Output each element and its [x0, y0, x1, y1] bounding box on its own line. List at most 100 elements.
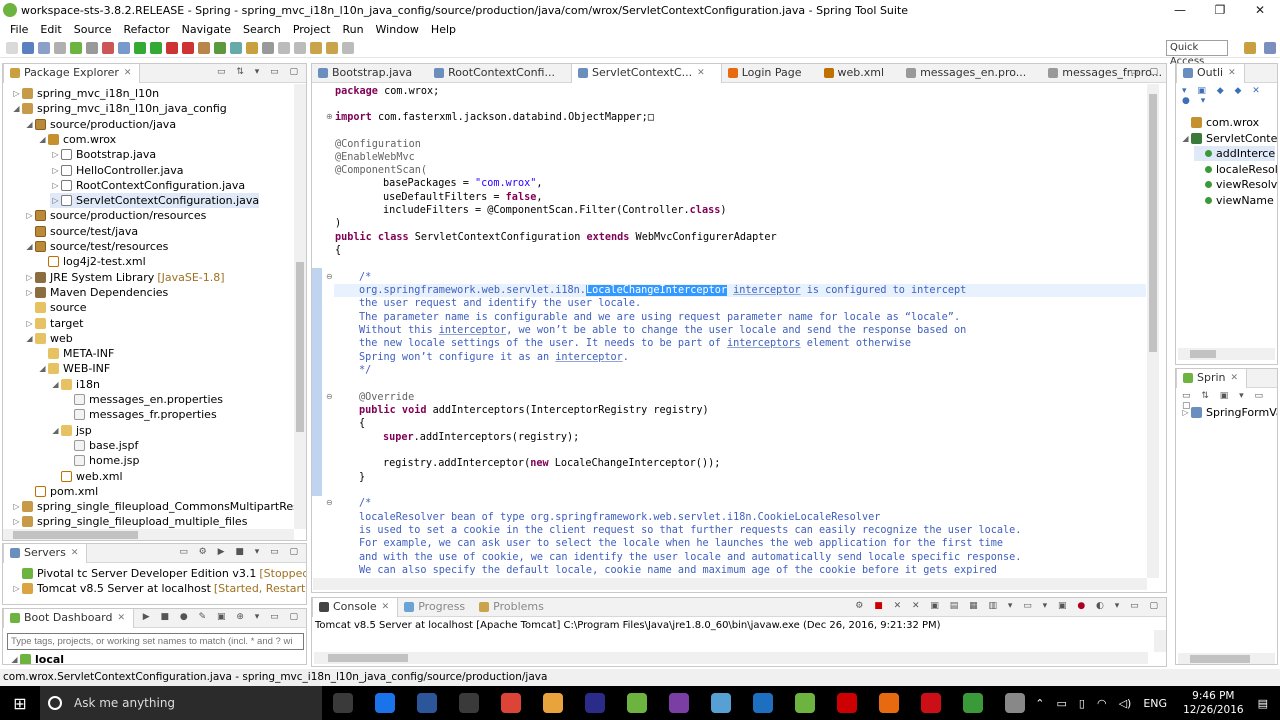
- expand-icon[interactable]: ◢: [24, 331, 35, 346]
- battery-icon[interactable]: ▯: [1079, 697, 1085, 710]
- tree-item[interactable]: META-INF: [37, 346, 114, 361]
- expand-icon[interactable]: ▷: [50, 163, 61, 178]
- tab-spring-explorer[interactable]: Sprin ✕: [1176, 369, 1248, 388]
- tree-item[interactable]: ▷ Bootstrap.java: [50, 147, 156, 162]
- expand-icon[interactable]: ▷: [11, 514, 22, 529]
- print-icon[interactable]: [54, 41, 66, 54]
- console-vertical-scrollbar[interactable]: [1154, 630, 1166, 652]
- expand-icon[interactable]: ◢: [50, 377, 61, 392]
- expand-icon[interactable]: ◢: [9, 654, 20, 664]
- windows-start-icon[interactable]: ⊞: [0, 686, 40, 720]
- expand-icon[interactable]: ◢: [37, 361, 48, 376]
- tree-item[interactable]: ▷ spring_single_fileupload_CommonsMultipa…: [11, 499, 306, 514]
- expand-icon[interactable]: ◢: [24, 239, 35, 254]
- tree-item[interactable]: ▷ spring_single_fileupload_multiple_files: [11, 514, 247, 529]
- close-icon[interactable]: ✕: [1231, 369, 1239, 387]
- tree-item[interactable]: ◢ i18n: [50, 377, 100, 392]
- volume-icon[interactable]: ◁): [1119, 697, 1132, 710]
- wifi-icon[interactable]: ◠: [1097, 697, 1107, 710]
- close-icon[interactable]: ✕: [118, 609, 126, 627]
- network-icon[interactable]: ▭: [1057, 697, 1067, 710]
- close-icon[interactable]: ✕: [382, 598, 390, 616]
- outline-item[interactable]: ◢ ServletContext: [1180, 131, 1277, 146]
- taskbar-app-icon[interactable]: [364, 686, 406, 720]
- taskbar-app-icon[interactable]: [322, 686, 364, 720]
- expand-icon[interactable]: ▷: [50, 147, 61, 162]
- menu-project[interactable]: Project: [287, 23, 337, 36]
- tree-item[interactable]: ◢ spring_mvc_i18n_l10n_java_config: [11, 101, 226, 116]
- expand-icon[interactable]: ▷: [11, 499, 22, 514]
- taskbar-app-icon[interactable]: [742, 686, 784, 720]
- tree-item[interactable]: source: [24, 300, 87, 315]
- external-tools-icon[interactable]: [166, 41, 178, 54]
- back-icon[interactable]: [310, 41, 322, 54]
- close-button[interactable]: ✕: [1240, 0, 1280, 20]
- menu-window[interactable]: Window: [370, 23, 425, 36]
- save-all-icon[interactable]: [38, 41, 50, 54]
- spring-horizontal-scrollbar[interactable]: [1178, 653, 1275, 664]
- taskbar-app-icon[interactable]: [574, 686, 616, 720]
- editor-tab[interactable]: Bootstrap.java: [312, 64, 428, 83]
- expand-icon[interactable]: ▷: [11, 86, 22, 101]
- expand-icon[interactable]: ◢: [1180, 131, 1191, 146]
- tree-item[interactable]: messages_fr.properties: [63, 407, 217, 422]
- editor-vertical-scrollbar[interactable]: [1147, 84, 1159, 578]
- tree-item[interactable]: pom.xml: [24, 484, 98, 499]
- view-menu-icons[interactable]: ▭ ⇅ ▾ ▭ ▢: [217, 67, 302, 77]
- run-as-icon[interactable]: [150, 41, 162, 54]
- boot-dashboard-actions[interactable]: ▶ ■ ● ✎ ▣ ⊕ ▾ ▭ ▢: [143, 612, 302, 622]
- server-item[interactable]: Pivotal tc Server Developer Edition v3.1…: [11, 566, 306, 581]
- server-icon[interactable]: [86, 41, 98, 54]
- run-icon[interactable]: [134, 41, 146, 54]
- scroll-thumb[interactable]: [1190, 350, 1216, 358]
- tree-vertical-scrollbar[interactable]: [294, 84, 306, 529]
- menu-search[interactable]: Search: [237, 23, 287, 36]
- menu-edit[interactable]: Edit: [34, 23, 67, 36]
- expand-icon[interactable]: ◢: [37, 132, 48, 147]
- outline-item[interactable]: com.wrox: [1180, 115, 1259, 130]
- scroll-thumb[interactable]: [1190, 655, 1250, 663]
- debug-icon[interactable]: [118, 41, 130, 54]
- fold-toggle-icon[interactable]: ⊖: [326, 392, 333, 401]
- expand-icon[interactable]: ◢: [11, 101, 22, 116]
- scroll-thumb[interactable]: [328, 654, 408, 662]
- servers-actions[interactable]: ▭ ⚙ ▶ ■ ▾ ▭ ▢: [179, 547, 302, 557]
- editor-minmax-icons[interactable]: ▭ ▢: [1130, 67, 1162, 77]
- menu-run[interactable]: Run: [336, 23, 369, 36]
- tree-item[interactable]: ▷ HelloController.java: [50, 163, 183, 178]
- search-icon[interactable]: [262, 41, 274, 54]
- editor-tab[interactable]: Login Page: [722, 64, 818, 83]
- taskbar-app-icon[interactable]: [910, 686, 952, 720]
- expand-icon[interactable]: ▷: [50, 178, 61, 193]
- notifications-icon[interactable]: ▤: [1258, 697, 1268, 710]
- tree-item[interactable]: ▷ RootContextConfiguration.java: [50, 178, 245, 193]
- tab-servers[interactable]: Servers ✕: [3, 544, 88, 563]
- taskbar-app-icon[interactable]: [406, 686, 448, 720]
- console-actions[interactable]: ⚙ ■ ✕ ✕ ▣ ▤ ▦ ▥ ▾ ▭ ▾ ▣ ● ◐ ▾ ▭ ▢: [855, 601, 1162, 611]
- taskbar-app-icon[interactable]: [448, 686, 490, 720]
- save-icon[interactable]: [22, 41, 34, 54]
- tree-item[interactable]: log4j2-test.xml: [37, 254, 146, 269]
- console-horizontal-scrollbar[interactable]: [314, 652, 1148, 664]
- tree-item[interactable]: ◢ web: [24, 331, 72, 346]
- tray-chevron-icon[interactable]: ⌃: [1035, 697, 1044, 710]
- outline-item[interactable]: viewName: [1194, 193, 1274, 208]
- tree-item[interactable]: ▷ JRE System Library [JavaSE-1.8]: [24, 270, 224, 285]
- stop-icon[interactable]: [102, 41, 114, 54]
- outline-item[interactable]: addInterce: [1194, 146, 1276, 161]
- tree-item[interactable]: ◢ com.wrox: [37, 132, 116, 147]
- menu-navigate[interactable]: Navigate: [176, 23, 237, 36]
- tab-problems[interactable]: Problems: [473, 598, 552, 617]
- tree-item[interactable]: home.jsp: [63, 453, 139, 468]
- tree-item[interactable]: ▷ source/production/resources: [24, 208, 206, 223]
- boot-dashboard-filter-input[interactable]: [7, 633, 304, 650]
- language-indicator[interactable]: ENG: [1143, 697, 1167, 710]
- annotation-prev-icon[interactable]: [294, 41, 306, 54]
- close-icon[interactable]: ✕: [71, 544, 79, 562]
- tree-item[interactable]: ▷ target: [24, 316, 83, 331]
- tree-item[interactable]: ◢ source/production/java: [24, 117, 176, 132]
- tab-package-explorer[interactable]: Package Explorer ✕: [3, 64, 141, 83]
- expand-icon[interactable]: ◢: [24, 117, 35, 132]
- taskbar-clock[interactable]: 9:46 PM 12/26/2016: [1183, 689, 1244, 717]
- menu-file[interactable]: File: [4, 23, 34, 36]
